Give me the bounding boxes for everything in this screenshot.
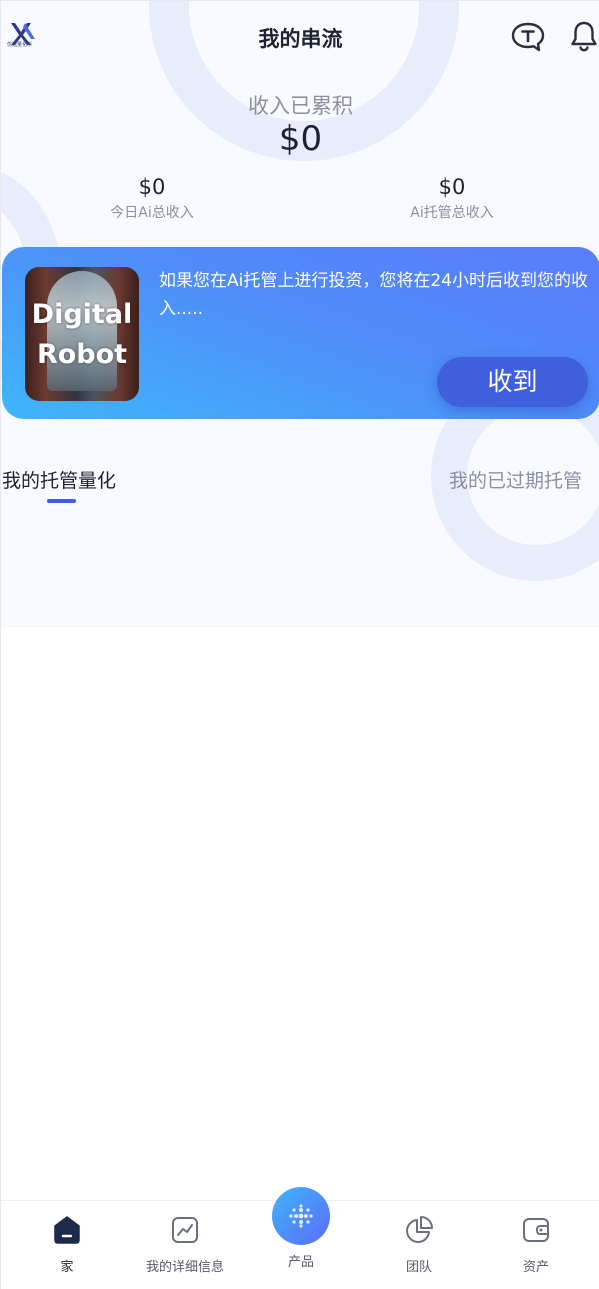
nav-home-label: 家 [60, 1260, 74, 1275]
app-screen: 优选量化所 我的串流 收入已累积 $0 $0 今日Ai总收入 $0 Ai托管总收… [0, 0, 599, 1289]
tab-expired-hosted[interactable]: 我的已过期托管 [449, 466, 582, 493]
today-ai-income: $0 今日Ai总收入 [62, 174, 242, 222]
today-ai-income-value: $0 [138, 175, 166, 199]
header: 优选量化所 我的串流 [1, 1, 599, 77]
bottom-nav: 家 我的详细信息 产品 团队 资产 [1, 1187, 599, 1289]
banner-message: 如果您在Ai托管上进行投资，您将在24小时后收到您的收入..... [159, 271, 588, 319]
receive-button[interactable]: 收到 [437, 357, 588, 407]
robot-caption-line1: Digital [31, 299, 133, 330]
robot-image-caption: Digital Robot [25, 295, 139, 375]
nav-assets-label: 资产 [522, 1260, 549, 1275]
nav-my-details[interactable]: 我的详细信息 [130, 1215, 240, 1275]
hosted-ai-income-label: Ai托管总收入 [410, 205, 494, 221]
home-icon [54, 1216, 80, 1244]
today-ai-income-label: 今日Ai总收入 [110, 205, 194, 221]
chat-t-icon[interactable] [510, 21, 546, 53]
total-income-value: $0 [278, 119, 323, 159]
active-tab-indicator [47, 499, 76, 503]
nav-product-label: 产品 [287, 1255, 314, 1270]
tab-my-hosted-quant[interactable]: 我的托管量化 [2, 466, 116, 493]
bell-icon[interactable] [569, 19, 599, 53]
chart-icon [172, 1217, 198, 1243]
wallet-icon [523, 1218, 549, 1242]
hosted-ai-income: $0 Ai托管总收入 [362, 174, 542, 222]
product-button [272, 1187, 330, 1245]
nav-team-label: 团队 [405, 1260, 432, 1275]
nav-team[interactable]: 团队 [364, 1215, 474, 1275]
top-area: 优选量化所 我的串流 收入已累积 $0 $0 今日Ai总收入 $0 Ai托管总收… [1, 1, 599, 628]
income-banner: Digital Robot 如果您在Ai托管上进行投资，您将在24小时后收到您的… [2, 247, 599, 419]
robot-caption-line2: Robot [36, 339, 128, 370]
nav-my-details-label: 我的详细信息 [145, 1260, 224, 1275]
nav-home[interactable]: 家 [12, 1215, 122, 1275]
product-dots-icon [289, 1204, 313, 1228]
total-income-label: 收入已累积 [248, 94, 353, 118]
nav-product[interactable]: 产品 [246, 1187, 356, 1270]
hosted-ai-income-value: $0 [438, 175, 466, 199]
digital-robot-image: Digital Robot [25, 267, 139, 401]
pie-chart-icon [406, 1216, 433, 1243]
nav-assets[interactable]: 资产 [481, 1215, 591, 1275]
